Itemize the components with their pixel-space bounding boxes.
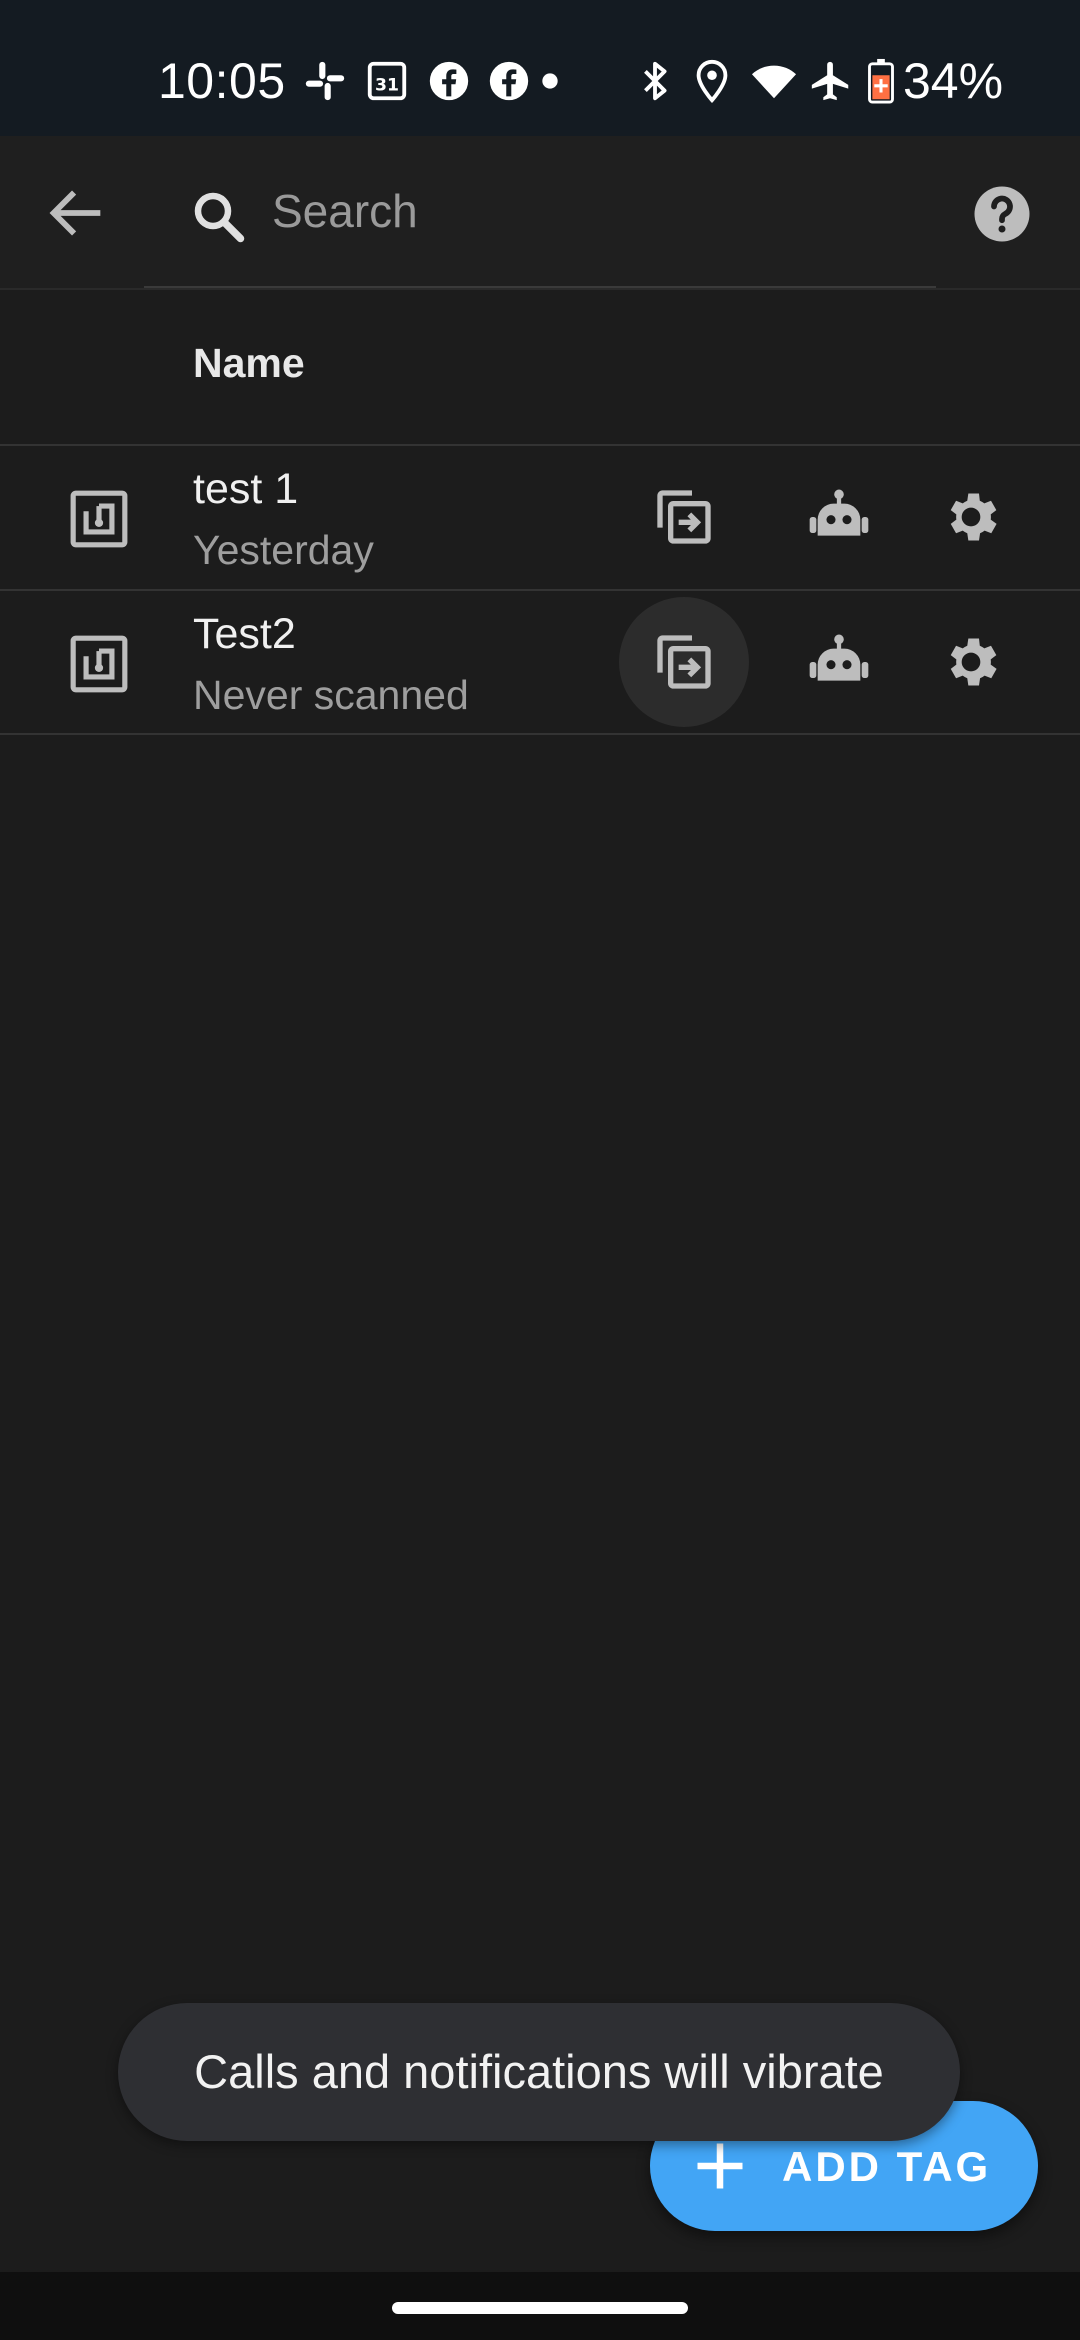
slack-icon: [302, 58, 348, 104]
divider: [0, 733, 1080, 735]
tag-name: Test2: [193, 610, 296, 658]
facebook-icon: [486, 58, 532, 104]
app-bar: [0, 136, 1080, 288]
arrow-left-icon: [49, 190, 101, 236]
back-button[interactable]: [42, 178, 112, 248]
battery-percentage: 34%: [903, 53, 1004, 109]
robot-icon: [809, 489, 869, 536]
settings-button[interactable]: [906, 597, 1036, 727]
copy-button[interactable]: [619, 452, 749, 582]
copy-icon: [657, 490, 711, 544]
tag-name: test 1: [193, 465, 299, 513]
nfc-tag-icon: [70, 635, 128, 693]
automation-button[interactable]: [774, 597, 904, 727]
navigation-bar: [0, 2272, 1080, 2340]
search-icon: [194, 192, 245, 243]
table-row[interactable]: test 1 Yesterday: [0, 446, 1080, 588]
bluetooth-icon: [632, 58, 678, 104]
search-input[interactable]: [272, 176, 892, 246]
copy-icon: [657, 635, 711, 689]
gear-icon: [950, 493, 997, 541]
help-circle-icon: [974, 186, 1030, 242]
home-gesture-handle[interactable]: [392, 2302, 688, 2314]
wifi-icon: [748, 58, 800, 104]
screen: 10:05 31 34% Search Name test 1 Yesterda…: [0, 0, 1080, 2340]
column-header: Name: [0, 290, 1080, 444]
help-button[interactable]: [972, 184, 1032, 244]
airplane-icon: [808, 58, 854, 104]
tag-last-scanned: Never scanned: [193, 672, 469, 718]
settings-button[interactable]: [906, 452, 1036, 582]
nfc-tag-icon: [70, 490, 128, 548]
automation-button[interactable]: [774, 452, 904, 582]
toast-message: Calls and notifications will vibrate: [194, 2045, 884, 2098]
calendar-icon: 31: [364, 58, 410, 104]
search-box: [144, 136, 936, 288]
plus-icon: [697, 2143, 743, 2189]
svg-text:31: 31: [375, 76, 399, 96]
toast: Calls and notifications will vibrate: [118, 2003, 960, 2141]
tag-last-scanned: Yesterday: [193, 527, 374, 573]
battery-icon: [866, 58, 896, 104]
column-header-name[interactable]: Name: [193, 340, 305, 387]
status-time: 10:05: [158, 53, 286, 109]
gear-icon: [950, 638, 997, 686]
dot-icon: [536, 58, 564, 104]
facebook-icon: [426, 58, 472, 104]
table-row[interactable]: Test2 Never scanned: [0, 591, 1080, 733]
add-tag-label: ADD TAG: [782, 2143, 992, 2190]
status-bar: 10:05 31 34%: [0, 0, 1080, 136]
copy-button[interactable]: [619, 597, 749, 727]
location-icon: [689, 58, 735, 104]
robot-icon: [809, 634, 869, 681]
